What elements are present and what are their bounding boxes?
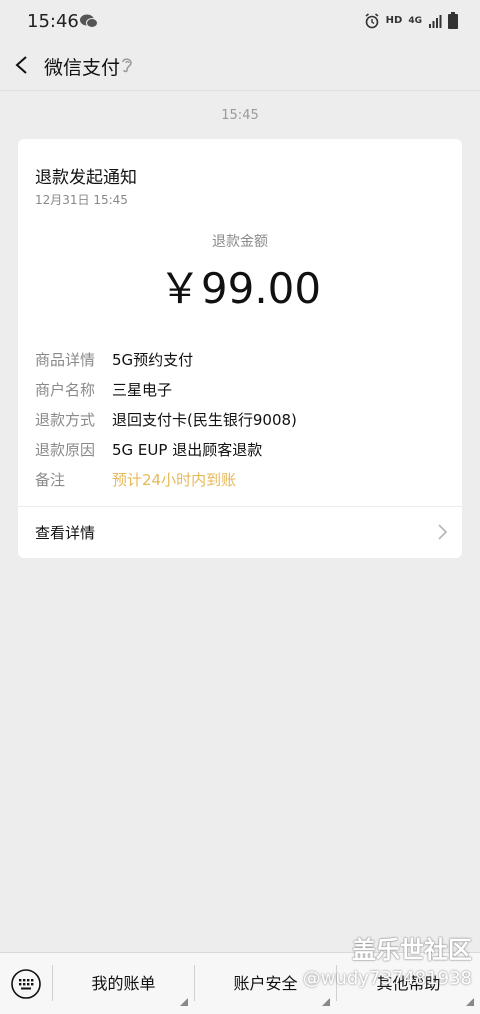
ear-icon <box>122 58 132 73</box>
row-label: 退款方式 <box>35 410 96 429</box>
row-label: 退款原因 <box>35 440 96 459</box>
detail-row: 商品详情 5G预约支付 <box>35 344 297 374</box>
menu-my-bills[interactable]: 我的账单 <box>53 953 194 1014</box>
detail-row: 退款方式 退回支付卡(民生银行9008) <box>35 404 297 434</box>
row-label: 备注 <box>35 470 66 489</box>
row-value: 三星电子 <box>112 380 173 399</box>
status-bar: 15:46 HD 4G <box>0 0 480 44</box>
detail-row: 商户名称 三星电子 <box>35 374 297 404</box>
hd-indicator: HD <box>385 15 403 26</box>
signal-icon <box>429 14 442 28</box>
amount-label: 退款金额 <box>212 234 268 250</box>
watermark-title: 盖乐世社区 <box>352 936 472 964</box>
detail-row: 退款原因 5G EUP 退出顾客退款 <box>35 434 297 464</box>
detail-row: 备注 预计24小时内到账 <box>35 464 297 494</box>
title-bar: 微信支付 <box>0 44 480 91</box>
row-value-note: 预计24小时内到账 <box>112 470 237 489</box>
page-title: 微信支付 <box>44 57 121 79</box>
row-label: 商户名称 <box>35 380 96 399</box>
status-icons: HD 4G <box>364 12 458 29</box>
message-timestamp: 15:45 <box>221 108 259 123</box>
row-value: 5G EUP 退出顾客退款 <box>112 440 263 459</box>
row-label: 商品详情 <box>35 350 96 369</box>
detail-rows: 商品详情 5G预约支付 商户名称 三星电子 退款方式 退回支付卡(民生银行900… <box>35 344 297 494</box>
submenu-indicator-icon <box>180 998 188 1006</box>
row-value: 退回支付卡(民生银行9008) <box>112 410 297 429</box>
keyboard-icon[interactable] <box>10 968 42 1000</box>
status-time: 15:46 <box>27 11 79 32</box>
menu-label: 我的账单 <box>91 974 156 993</box>
battery-icon <box>448 12 458 29</box>
alarm-icon <box>365 12 379 28</box>
refund-amount: ￥99.00 <box>158 264 322 313</box>
chevron-right-icon <box>438 524 448 540</box>
menu-label: 账户安全 <box>233 974 298 993</box>
submenu-indicator-icon <box>322 998 330 1006</box>
submenu-indicator-icon <box>466 998 474 1006</box>
row-value: 5G预约支付 <box>112 350 194 369</box>
watermark-user: @wudy737481938 <box>302 968 472 989</box>
back-arrow-icon[interactable] <box>12 54 34 76</box>
card-date: 12月31日 15:45 <box>35 193 128 207</box>
wechat-notification-icon <box>80 14 98 28</box>
refund-notification-card[interactable]: 退款发起通知 12月31日 15:45 退款金额 ￥99.00 商品详情 5G预… <box>18 139 462 558</box>
view-details-link[interactable]: 查看详情 <box>18 507 462 558</box>
view-details-label: 查看详情 <box>35 524 96 542</box>
card-title: 退款发起通知 <box>35 168 137 188</box>
network-indicator: 4G <box>408 15 422 26</box>
